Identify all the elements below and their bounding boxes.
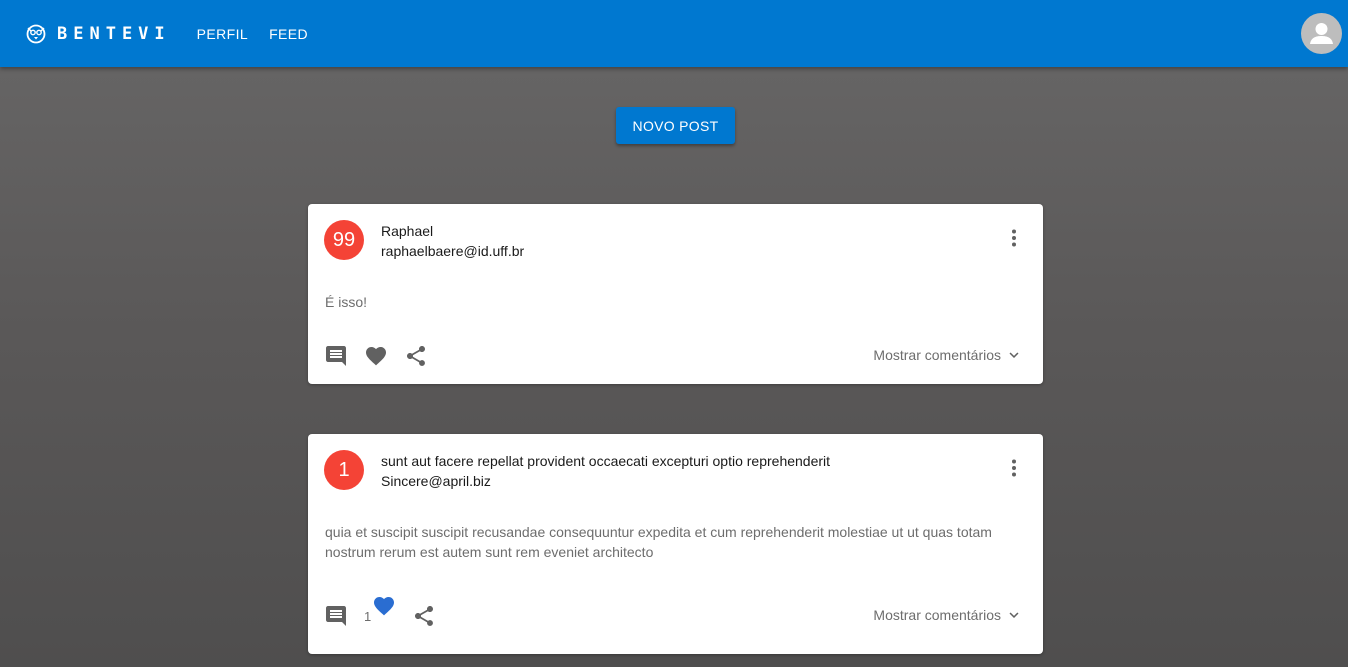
post-email: Sincere@april.biz (381, 473, 491, 489)
account-icon (1310, 23, 1333, 44)
new-post-button[interactable]: NOVO POST (616, 107, 735, 144)
show-comments-label: Mostrar comentários (873, 347, 1001, 363)
heart-icon[interactable] (364, 344, 388, 368)
chevron-down-icon (1009, 352, 1019, 358)
account-avatar[interactable] (1301, 13, 1342, 54)
share-icon[interactable] (404, 344, 428, 368)
comment-icon[interactable] (324, 344, 348, 368)
brand-name: BENTEVI (57, 23, 171, 44)
post-author: sunt aut facere repellat provident occae… (381, 453, 831, 469)
post-card: 99 Raphael raphaelbaere@id.uff.br É isso… (308, 204, 1043, 384)
post-avatar: 1 (324, 450, 364, 490)
show-comments-button[interactable]: Mostrar comentários (873, 606, 1023, 624)
post-body: quia et suscipit suscipit recusandae con… (325, 524, 992, 560)
post-avatar: 99 (324, 220, 364, 260)
logo-icon (26, 24, 46, 43)
post-email: raphaelbaere@id.uff.br (381, 243, 525, 259)
heart-icon[interactable] (372, 594, 396, 618)
like-count: 1 (364, 609, 372, 624)
show-comments-label: Mostrar comentários (873, 607, 1001, 623)
nav-link-perfil[interactable]: PERFIL (197, 26, 248, 42)
nav-link-feed[interactable]: FEED (269, 26, 308, 42)
chevron-down-icon (1009, 612, 1019, 618)
post-author: Raphael (381, 223, 434, 239)
more-vert-icon[interactable] (1002, 456, 1026, 480)
more-vert-icon[interactable] (1002, 226, 1026, 250)
share-icon[interactable] (412, 604, 436, 628)
post-body: É isso! (325, 294, 368, 310)
comment-icon[interactable] (324, 604, 348, 628)
post-card: 1 sunt aut facere repellat provident occ… (308, 434, 1043, 654)
brand[interactable]: BENTEVI (25, 23, 171, 45)
app-bar: BENTEVI PERFIL FEED (0, 0, 1348, 67)
show-comments-button[interactable]: Mostrar comentários (873, 346, 1023, 364)
